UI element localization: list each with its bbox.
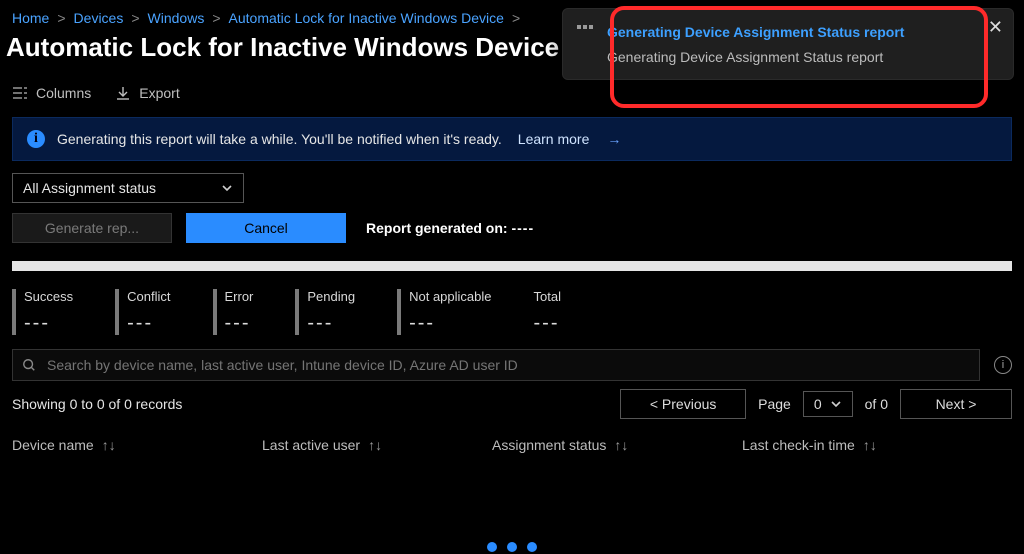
loading-dot (527, 542, 537, 552)
stats-row: Success --- Conflict --- Error --- Pendi… (12, 289, 1012, 335)
report-generated-on-value: ---- (511, 220, 534, 236)
stat-pending-label: Pending (307, 289, 355, 304)
stat-success: Success --- (12, 289, 73, 335)
spinner-icon (577, 25, 593, 29)
stat-tick (397, 289, 401, 335)
info-icon: i (27, 130, 45, 148)
filter-row: All Assignment status (12, 173, 1012, 203)
col-assignment-status-label: Assignment status (492, 437, 606, 453)
chevron-down-icon (830, 398, 842, 410)
toast-notification: Generating Device Assignment Status repo… (562, 8, 1014, 80)
stat-error-value: --- (225, 312, 254, 335)
stat-total-value: --- (534, 312, 561, 335)
sort-icon: ↑↓ (614, 437, 628, 453)
loading-dot (487, 542, 497, 552)
col-last-active-user[interactable]: Last active user ↑↓ (262, 437, 492, 453)
page-of-label: of 0 (865, 396, 888, 412)
sort-icon: ↑↓ (368, 437, 382, 453)
cancel-button[interactable]: Cancel (186, 213, 346, 243)
columns-icon (12, 85, 28, 101)
arrow-right-icon: → (607, 131, 621, 147)
info-help-icon[interactable]: i (994, 356, 1012, 374)
toast-title: Generating Device Assignment Status repo… (607, 23, 967, 41)
info-text: Generating this report will take a while… (57, 131, 502, 147)
stat-conflict: Conflict --- (115, 289, 170, 335)
page-select[interactable]: 0 (803, 391, 853, 417)
col-last-checkin[interactable]: Last check-in time ↑↓ (742, 437, 992, 453)
columns-button[interactable]: Columns (12, 85, 91, 101)
actions-row: Generate rep... Cancel Report generated … (12, 213, 1012, 243)
chevron-right-icon: > (57, 10, 65, 26)
toolbar: Columns Export (0, 81, 1024, 105)
loading-dot (507, 542, 517, 552)
assignment-status-select[interactable]: All Assignment status (12, 173, 244, 203)
stat-total: Total --- (534, 289, 561, 335)
col-assignment-status[interactable]: Assignment status ↑↓ (492, 437, 742, 453)
breadcrumb-devices[interactable]: Devices (74, 10, 124, 26)
stat-tick (12, 289, 16, 335)
breadcrumb-policy[interactable]: Automatic Lock for Inactive Windows Devi… (229, 10, 504, 26)
stat-tick (213, 289, 217, 335)
record-count: Showing 0 to 0 of 0 records (12, 396, 182, 412)
export-label: Export (139, 85, 179, 101)
info-banner: i Generating this report will take a whi… (12, 117, 1012, 161)
pager: Showing 0 to 0 of 0 records < Previous P… (12, 389, 1012, 419)
next-page-button[interactable]: Next > (900, 389, 1012, 419)
search-input-wrapper[interactable] (12, 349, 980, 381)
stat-success-value: --- (24, 312, 73, 335)
stat-pending-value: --- (307, 312, 355, 335)
stat-success-label: Success (24, 289, 73, 304)
report-generated-on-label: Report generated on: (366, 220, 508, 236)
breadcrumb-home[interactable]: Home (12, 10, 49, 26)
sort-icon: ↑↓ (863, 437, 877, 453)
download-icon (115, 85, 131, 101)
stat-tick (295, 289, 299, 335)
page-value: 0 (814, 396, 822, 412)
search-icon (21, 357, 37, 373)
stat-tick (115, 289, 119, 335)
toast-subtitle: Generating Device Assignment Status repo… (607, 49, 967, 65)
stat-total-label: Total (534, 289, 561, 304)
breadcrumb-windows[interactable]: Windows (148, 10, 205, 26)
export-button[interactable]: Export (115, 85, 179, 101)
sort-icon: ↑↓ (102, 437, 116, 453)
stat-na-value: --- (409, 312, 491, 335)
search-input[interactable] (45, 356, 971, 374)
chevron-right-icon: > (131, 10, 139, 26)
search-row: i (12, 349, 1012, 381)
col-device-name[interactable]: Device name ↑↓ (12, 437, 262, 453)
prev-page-button[interactable]: < Previous (620, 389, 746, 419)
stat-conflict-value: --- (127, 312, 170, 335)
chevron-right-icon: > (212, 10, 220, 26)
col-device-name-label: Device name (12, 437, 94, 453)
generate-report-button[interactable]: Generate rep... (12, 213, 172, 243)
chevron-right-icon: > (512, 10, 520, 26)
loading-indicator (487, 542, 537, 552)
learn-more-link[interactable]: Learn more (518, 131, 590, 147)
table-header: Device name ↑↓ Last active user ↑↓ Assig… (0, 427, 1024, 463)
report-generated-on: Report generated on: ---- (366, 220, 534, 236)
stat-error-label: Error (225, 289, 254, 304)
stat-conflict-label: Conflict (127, 289, 170, 304)
columns-label: Columns (36, 85, 91, 101)
stat-pending: Pending --- (295, 289, 355, 335)
col-last-active-user-label: Last active user (262, 437, 360, 453)
stat-na-label: Not applicable (409, 289, 491, 304)
stat-not-applicable: Not applicable --- (397, 289, 491, 335)
col-last-checkin-label: Last check-in time (742, 437, 855, 453)
close-icon[interactable]: ✕ (988, 17, 1003, 38)
chevron-down-icon (221, 182, 233, 194)
assignment-status-selected: All Assignment status (23, 180, 156, 196)
page-label: Page (758, 396, 791, 412)
stat-error: Error --- (213, 289, 254, 335)
section-divider (12, 261, 1012, 271)
